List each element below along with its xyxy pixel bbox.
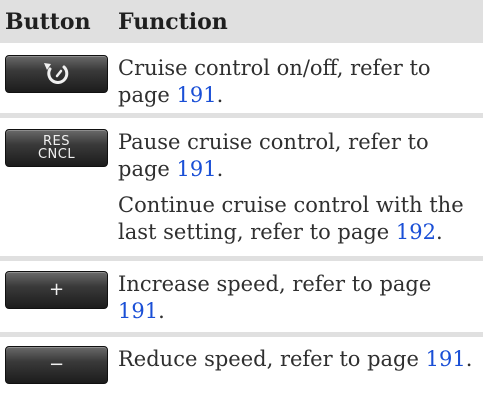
page-ref-link[interactable]: 192 [396,220,436,244]
table-header: Button Function [0,0,483,43]
page-ref-link[interactable]: 191 [177,83,217,107]
header-button: Button [5,8,91,35]
cncl-label: CNCL [37,147,76,162]
page-ref-link[interactable]: 191 [426,347,466,371]
function-text: Reduce speed, refer to page 191. [118,347,473,371]
minus-button: − [5,346,108,384]
page-ref-link[interactable]: 191 [118,299,158,323]
function-table: Button Function Cruise control on/off, r… [0,0,483,406]
table-row: − Reduce speed, refer to page 191. [0,337,483,406]
cruise-control-button [5,55,108,93]
page-ref-link[interactable]: 191 [177,157,217,181]
header-function: Function [118,8,228,35]
function-text: Cruise control on/off, refer to page 191… [118,56,431,107]
function-text: Increase speed, refer to page 191. [118,272,432,323]
cruise-control-icon [43,63,68,85]
res-cncl-button: RES CNCL [5,129,108,167]
table-row: RES CNCL Pause cruise control, refer to … [0,118,483,256]
plus-symbol: + [48,279,65,300]
function-text: Pause cruise control, refer to page 191.… [118,130,464,244]
table-row: + Increase speed, refer to page 191. [0,261,483,332]
plus-button: + [5,271,108,309]
table-row: Cruise control on/off, refer to page 191… [0,43,483,113]
minus-symbol: − [48,354,65,375]
